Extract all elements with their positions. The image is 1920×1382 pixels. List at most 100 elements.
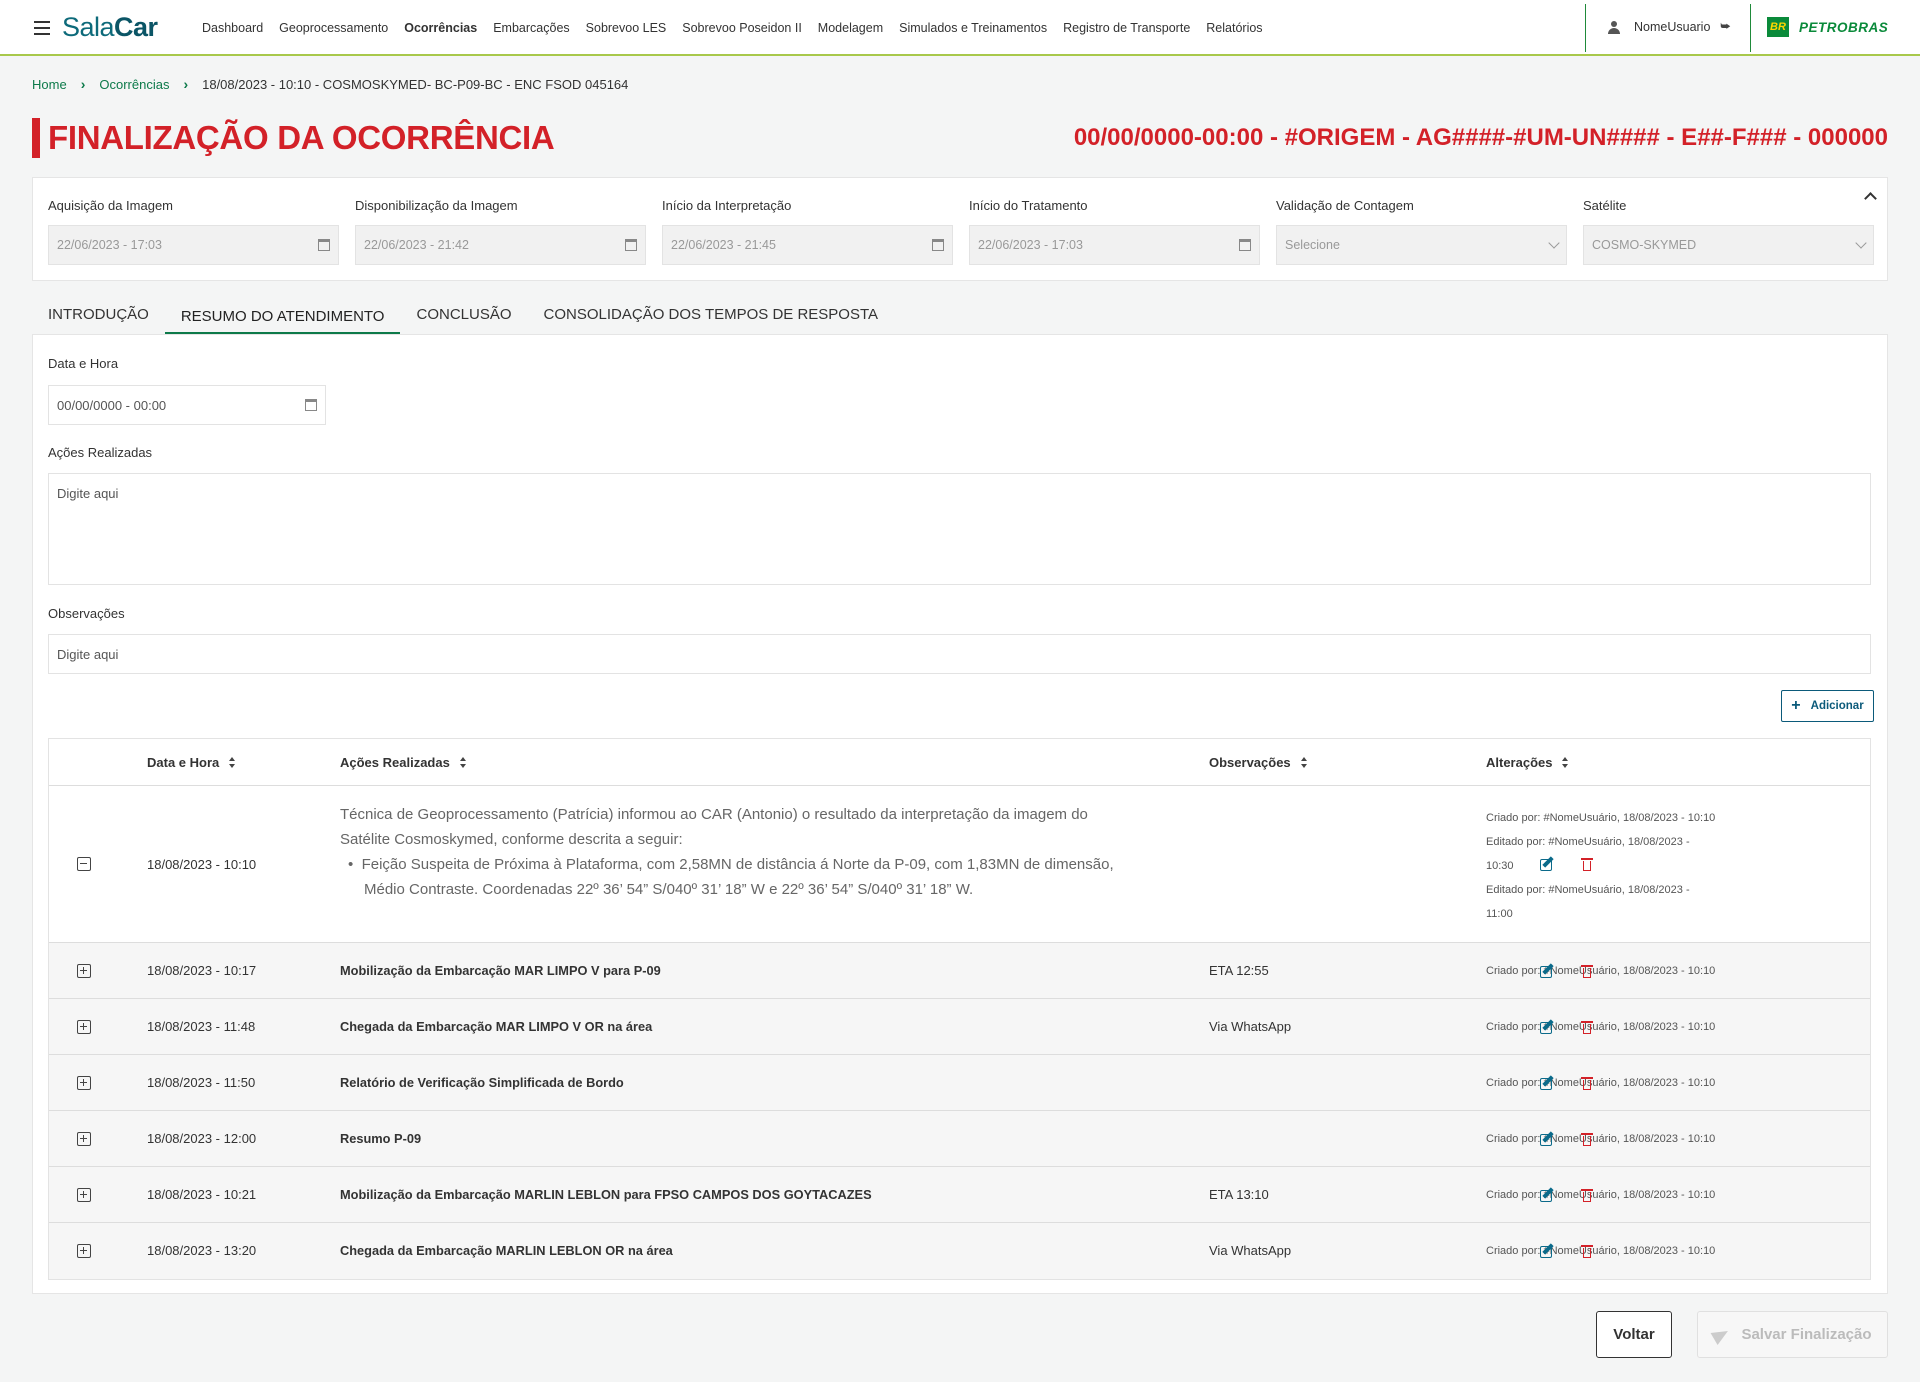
desc-line: Técnica de Geoprocessamento (Patrícia) i… <box>340 806 1088 823</box>
obs-input[interactable]: Digite aqui <box>48 634 1871 674</box>
edit-icon[interactable] <box>1540 1243 1556 1258</box>
add-label: Adicionar <box>1810 700 1864 712</box>
breadcrumb-home[interactable]: Home <box>32 77 67 92</box>
interpretacao-date-input[interactable]: 22/06/2023 - 21:45 <box>662 225 953 265</box>
breadcrumb-ocorrencias[interactable]: Ocorrências <box>99 77 169 92</box>
sort-icon <box>459 757 467 768</box>
trash-icon[interactable] <box>1581 1076 1593 1090</box>
save-label: Salvar Finalização <box>1741 1326 1872 1343</box>
bullet-line: Feição Suspeita de Próxima à Plataforma,… <box>361 856 1114 873</box>
nav-relatorios[interactable]: Relatórios <box>1206 21 1262 35</box>
tab-consolidacao[interactable]: CONSOLIDAÇÃO DOS TEMPOS DE RESPOSTA <box>528 300 895 334</box>
field-label: Início da Interpretação <box>662 198 792 213</box>
nav-sobrevoo-poseidon[interactable]: Sobrevoo Poseidon II <box>682 21 802 35</box>
trash-icon[interactable] <box>1581 1244 1593 1258</box>
calendar-icon <box>318 239 330 251</box>
obs-label: Observações <box>48 606 125 621</box>
row-alteracoes: Criado por: #NomeUsuário, 18/08/2023 - 1… <box>1486 965 1716 977</box>
trash-icon[interactable] <box>1581 1188 1593 1202</box>
trash-icon[interactable] <box>1581 964 1593 978</box>
tab-resumo-atendimento[interactable]: RESUMO DO ATENDIMENTO <box>164 300 401 334</box>
edit-icon[interactable] <box>1540 1019 1556 1034</box>
table-header: Data e Hora Ações Realizadas Observações… <box>49 739 1870 786</box>
row-alteracoes: Criado por: #NomeUsuário, 18/08/2023 - 1… <box>1486 1021 1716 1033</box>
add-button[interactable]: + Adicionar <box>1781 690 1874 722</box>
bullet-line: Médio Contraste. Coordenadas 22º 36’ 54”… <box>364 881 974 898</box>
disponibilizacao-date-input[interactable]: 22/06/2023 - 21:42 <box>355 225 646 265</box>
hamburger-menu-icon[interactable] <box>34 21 50 35</box>
field-inicio-tratamento: Início do Tratamento 22/06/2023 - 17:03 <box>969 198 1260 265</box>
petrobras-logo: BR PETROBRAS <box>1767 17 1888 37</box>
tab-conclusao[interactable]: CONCLUSÃO <box>400 300 527 334</box>
row-datetime: 18/08/2023 - 10:10 <box>147 857 257 872</box>
row-alteracoes: Criado por: #NomeUsuário, 18/08/2023 - 1… <box>1486 1133 1716 1145</box>
edit-icon[interactable] <box>1540 1187 1556 1202</box>
desc-line: Satélite Cosmoskymed, conforme descrita … <box>340 831 683 848</box>
validacao-select[interactable]: Selecione <box>1276 225 1567 265</box>
alter-line: 10:30 <box>1486 860 1514 872</box>
salacar-logo[interactable]: SalaCar <box>62 12 158 43</box>
datetime-input[interactable]: 00/00/0000 - 00:00 <box>48 385 326 425</box>
table-row: 18/08/2023 - 10:10 Técnica de Geoprocess… <box>49 786 1870 943</box>
sort-icon <box>1300 757 1308 768</box>
field-value: COSMO-SKYMED <box>1592 238 1697 252</box>
row-datetime: 18/08/2023 - 11:48 <box>147 1019 256 1034</box>
satelite-select[interactable]: COSMO-SKYMED <box>1583 225 1874 265</box>
nav-sobrevoo-les[interactable]: Sobrevoo LES <box>586 21 667 35</box>
field-validacao-contagem: Validação de Contagem Selecione <box>1276 198 1567 265</box>
field-satelite: Satélite COSMO-SKYMED <box>1583 198 1874 265</box>
logout-icon[interactable]: ⮩ <box>1720 21 1730 34</box>
th-alteracoes[interactable]: Alterações <box>1486 755 1569 770</box>
actions-textarea[interactable]: Digite aqui <box>48 473 1871 585</box>
resumo-card: Data e Hora 00/00/0000 - 00:00 Ações Rea… <box>32 334 1888 1294</box>
trash-icon[interactable] <box>1581 1132 1593 1146</box>
edit-icon[interactable] <box>1540 1075 1556 1090</box>
field-value: Selecione <box>1285 238 1340 252</box>
nav-divider <box>1750 4 1751 52</box>
field-label: Aquisição da Imagem <box>48 198 174 213</box>
edit-icon[interactable] <box>1540 856 1556 871</box>
petrobras-wordmark: PETROBRAS <box>1799 19 1889 35</box>
th-datetime[interactable]: Data e Hora <box>147 755 236 770</box>
alter-line: Editado por: #NomeUsuário, 18/08/2023 - <box>1486 836 1690 848</box>
th-actions[interactable]: Ações Realizadas <box>340 755 467 770</box>
expand-row-icon[interactable] <box>77 1076 91 1090</box>
back-button[interactable]: Voltar <box>1596 1311 1672 1358</box>
trash-icon[interactable] <box>1581 857 1593 871</box>
occurrence-code: 00/00/0000-00:00 - #ORIGEM - AG####-#UM-… <box>1073 124 1888 151</box>
username: NomeUsuario <box>1634 20 1711 34</box>
field-value: 22/06/2023 - 21:42 <box>364 238 469 252</box>
image-times-card: Aquisição da Imagem 22/06/2023 - 17:03 D… <box>32 177 1888 281</box>
chevron-down-icon <box>1548 237 1560 249</box>
row-datetime: 18/08/2023 - 10:21 <box>147 1187 257 1202</box>
edit-icon[interactable] <box>1540 963 1556 978</box>
user-menu[interactable]: NomeUsuario ⮩ <box>1608 20 1731 34</box>
field-label: Disponibilização da Imagem <box>355 198 518 213</box>
expand-row-icon[interactable] <box>77 1244 91 1258</box>
trash-icon[interactable] <box>1581 1020 1593 1034</box>
top-navbar: SalaCar Dashboard Geoprocessamento Ocorr… <box>0 0 1920 56</box>
save-finalization-button[interactable]: Salvar Finalização <box>1697 1311 1888 1358</box>
expand-row-icon[interactable] <box>77 1188 91 1202</box>
nav-dashboard[interactable]: Dashboard <box>202 21 263 35</box>
collapse-row-icon[interactable] <box>77 857 91 871</box>
nav-divider <box>1585 4 1586 52</box>
nav-embarcacoes[interactable]: Embarcações <box>493 21 569 35</box>
edit-icon[interactable] <box>1540 1131 1556 1146</box>
breadcrumb-current: 18/08/2023 - 10:10 - COSMOSKYMED- BC-P09… <box>202 76 629 92</box>
tab-introducao[interactable]: INTRODUÇÃO <box>32 300 165 334</box>
nav-registro-transporte[interactable]: Registro de Transporte <box>1063 21 1190 35</box>
aquisicao-date-input[interactable]: 22/06/2023 - 17:03 <box>48 225 339 265</box>
nav-geoprocessamento[interactable]: Geoprocessamento <box>279 21 388 35</box>
expand-row-icon[interactable] <box>77 1020 91 1034</box>
tabs: INTRODUÇÃO RESUMO DO ATENDIMENTO CONCLUS… <box>32 300 894 334</box>
row-alteracoes: Criado por: #NomeUsuário, 18/08/2023 - 1… <box>1486 1077 1716 1089</box>
nav-simulados[interactable]: Simulados e Treinamentos <box>899 21 1047 35</box>
th-obs[interactable]: Observações <box>1209 755 1308 770</box>
row-datetime: 18/08/2023 - 10:17 <box>147 963 257 978</box>
expand-row-icon[interactable] <box>77 964 91 978</box>
tratamento-date-input[interactable]: 22/06/2023 - 17:03 <box>969 225 1260 265</box>
nav-ocorrencias[interactable]: Ocorrências <box>404 21 477 35</box>
nav-modelagem[interactable]: Modelagem <box>818 21 883 35</box>
expand-row-icon[interactable] <box>77 1132 91 1146</box>
